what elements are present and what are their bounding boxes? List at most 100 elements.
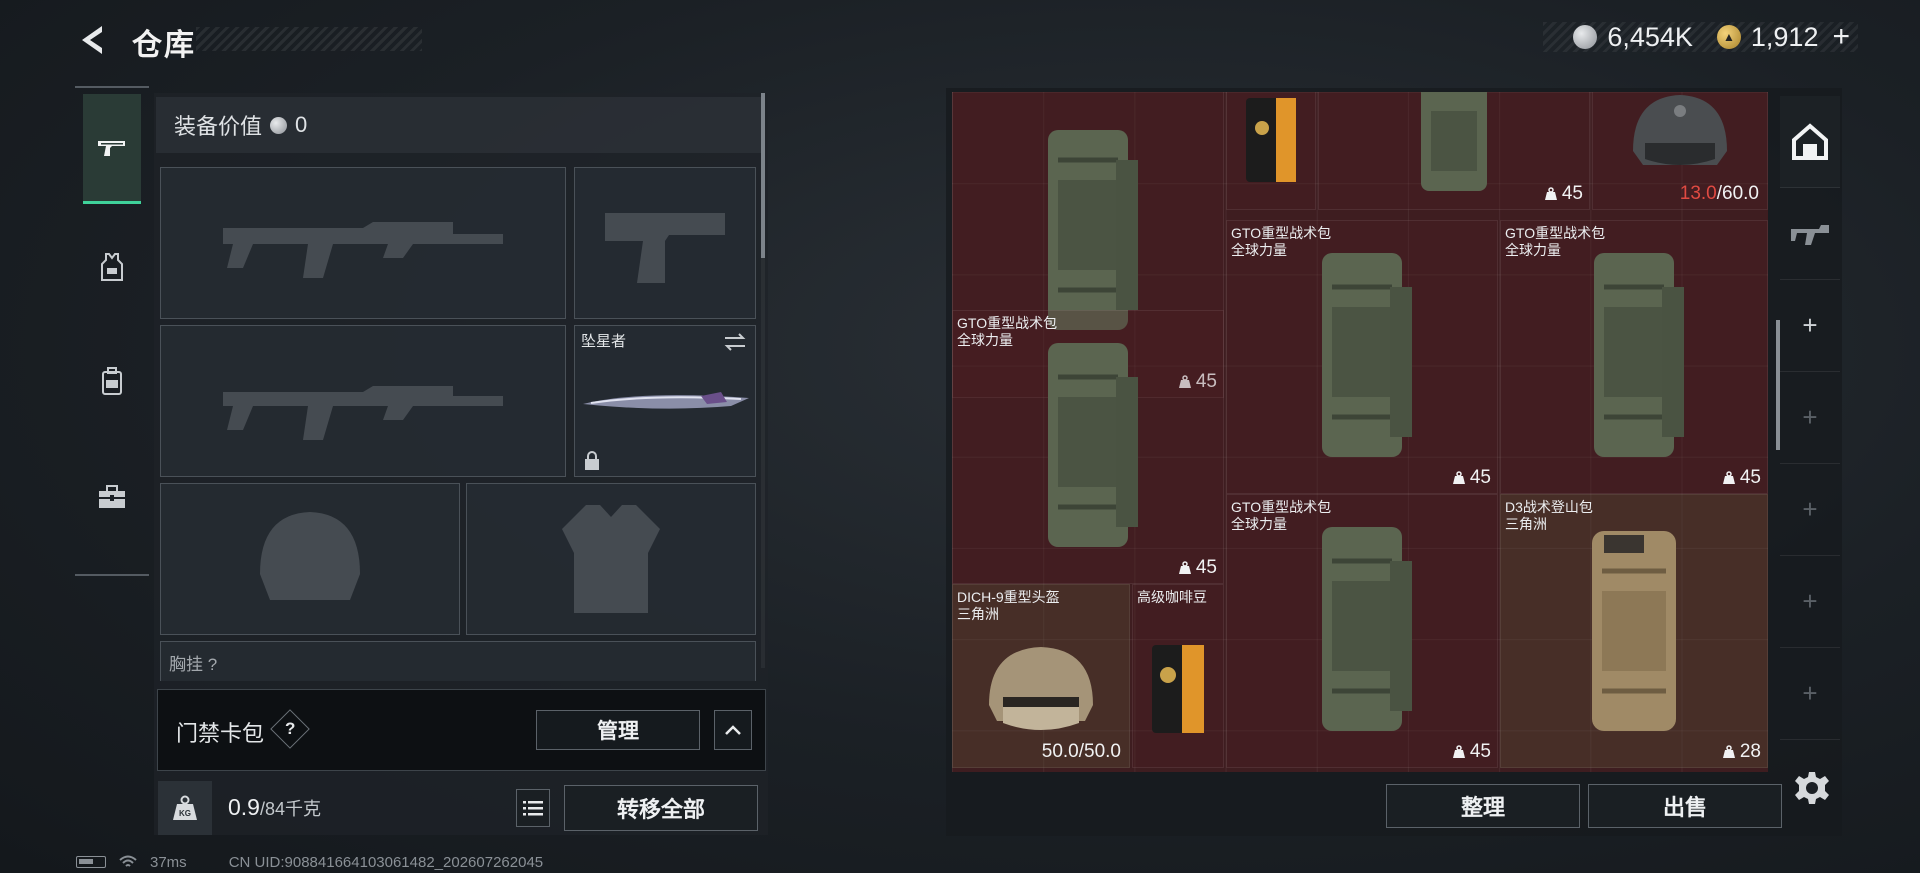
item-title: GTO重型战术包 bbox=[1231, 499, 1332, 515]
weight-icon bbox=[1178, 561, 1191, 574]
item-name: DICH-9重型头盔 三角洲 bbox=[957, 589, 1060, 623]
item-weight-value: 28 bbox=[1739, 741, 1761, 762]
backpack-icon bbox=[1322, 527, 1412, 731]
settings-gear-icon[interactable] bbox=[1794, 770, 1830, 806]
secondary-weapon-slot[interactable] bbox=[160, 325, 566, 477]
coffee-bag-icon bbox=[1152, 644, 1204, 733]
chest-rig-slot[interactable]: 胸挂 ? bbox=[160, 641, 756, 681]
silver-coin-icon bbox=[270, 116, 288, 134]
back-arrow-icon bbox=[82, 26, 102, 54]
toolbox-icon bbox=[99, 485, 125, 508]
plus-icon: + bbox=[1802, 494, 1818, 524]
stash-item-gto-pack[interactable]: GTO重型战术包 全球力量 45 bbox=[1226, 220, 1498, 494]
sort-button[interactable]: 整理 bbox=[1386, 784, 1580, 828]
add-tab-button[interactable]: + bbox=[1780, 280, 1840, 372]
pistol-slot[interactable] bbox=[574, 167, 756, 319]
item-weight-value: 45 bbox=[1739, 467, 1761, 488]
weight-icon bbox=[1452, 745, 1465, 758]
gold-coin-icon: ▲ bbox=[1716, 25, 1741, 49]
swap-icon[interactable] bbox=[723, 332, 747, 352]
tab-armor[interactable] bbox=[83, 212, 141, 322]
tab-weapons[interactable] bbox=[83, 94, 141, 204]
tab-main-stash[interactable] bbox=[1780, 96, 1840, 188]
access-card-label: 门禁卡包 bbox=[176, 721, 265, 746]
sell-button[interactable]: 出售 bbox=[1588, 784, 1782, 828]
tab-toolbox[interactable] bbox=[83, 442, 141, 552]
weight-icon bbox=[1544, 187, 1557, 200]
plus-icon: + bbox=[1802, 310, 1818, 340]
vest-icon bbox=[101, 253, 123, 281]
back-button[interactable] bbox=[76, 22, 112, 58]
weight-row: KG 0.9/84千克 转移全部 bbox=[154, 781, 768, 835]
weight-icon: KG bbox=[158, 781, 212, 835]
weight-icon bbox=[1722, 471, 1735, 484]
stash-item-coffee[interactable]: 高级咖啡豆 bbox=[1132, 584, 1224, 768]
stash-grid[interactable]: 45 45 13.0/60.0 GTO重型战术包 全球力量 45 GTO重型战术… bbox=[952, 92, 1768, 772]
status-bar: 37ms CN UID:9088416641030614​82_20260726… bbox=[76, 852, 543, 872]
stash-item-dich-helmet[interactable]: DICH-9重型头盔 三角洲 50.0/50.0 bbox=[952, 584, 1130, 768]
backpack-icon bbox=[1048, 343, 1138, 547]
plus-icon: + bbox=[1802, 678, 1818, 708]
stash-side-tabs: + + + + + bbox=[1780, 96, 1840, 796]
access-card-bar: 门禁卡包 ? 管理 bbox=[157, 689, 766, 771]
battery-icon bbox=[76, 856, 106, 868]
kg-label: KG bbox=[179, 809, 191, 818]
backpack-icon bbox=[1048, 130, 1138, 330]
durability-max: /60.0 bbox=[1716, 183, 1759, 204]
transfer-all-button[interactable]: 转移全部 bbox=[564, 785, 758, 831]
armor-slot[interactable] bbox=[466, 483, 756, 635]
item-weight: 45 bbox=[1178, 557, 1217, 579]
stash-item-gto-pack[interactable]: GTO重型战术包 全球力量 45 bbox=[1226, 494, 1498, 768]
stash-item-d3-pack[interactable]: D3战术登山包 三角洲 28 bbox=[1500, 494, 1768, 768]
ping-value: 37ms bbox=[150, 853, 187, 871]
chest-rig-label: 胸挂 ? bbox=[169, 655, 218, 674]
item-weight: 45 bbox=[1544, 183, 1583, 205]
equipment-value-bar: 装备价值 0 bbox=[156, 97, 762, 153]
chevron-up-icon bbox=[725, 725, 741, 735]
rifle-icon bbox=[1791, 224, 1829, 245]
locked-tab[interactable]: + bbox=[1780, 648, 1840, 740]
melee-slot[interactable]: 坠星者 bbox=[574, 325, 756, 477]
help-label: ? bbox=[284, 718, 296, 738]
user-uid: CN UID:9088416641030614​82_202607262045 bbox=[228, 853, 544, 871]
item-durability: 50.0/50.0 bbox=[1041, 741, 1121, 762]
stash-item-helmet[interactable]: 13.0/60.0 bbox=[1592, 92, 1768, 210]
item-title: D3战术登山包 bbox=[1505, 499, 1593, 515]
locked-tab[interactable]: + bbox=[1780, 372, 1840, 464]
tab-backpack[interactable] bbox=[83, 326, 141, 436]
loadout-scroll-thumb[interactable] bbox=[761, 93, 765, 258]
locked-tab[interactable]: + bbox=[1780, 556, 1840, 648]
helmet-slot[interactable] bbox=[160, 483, 460, 635]
backpack-icon bbox=[1421, 92, 1487, 191]
collapse-button[interactable] bbox=[714, 710, 752, 750]
weight-icon bbox=[1722, 745, 1735, 758]
rifle-silhouette-icon bbox=[161, 326, 565, 476]
tan-helmet-icon bbox=[989, 646, 1093, 730]
stash-item-gto-pack[interactable]: GTO重型战术包 全球力量 45 bbox=[952, 310, 1224, 584]
tan-backpack-icon bbox=[1592, 531, 1676, 731]
item-brand: 全球力量 bbox=[1231, 516, 1287, 532]
category-tabs bbox=[75, 86, 149, 576]
list-view-button[interactable] bbox=[516, 789, 550, 827]
primary-weapon-slot[interactable] bbox=[160, 167, 566, 319]
manage-button[interactable]: 管理 bbox=[536, 710, 700, 750]
locked-tab[interactable]: + bbox=[1780, 464, 1840, 556]
wifi-icon bbox=[119, 855, 137, 867]
stash-item-backpack[interactable]: 45 bbox=[1318, 92, 1590, 210]
stash-item-gto-pack[interactable]: GTO重型战术包 全球力量 45 bbox=[1500, 220, 1768, 494]
item-weight: 45 bbox=[1452, 741, 1491, 763]
stash-item-coffee[interactable] bbox=[1226, 92, 1316, 210]
item-weight-value: 45 bbox=[1195, 557, 1217, 578]
item-brand: 三角洲 bbox=[1505, 516, 1547, 532]
lock-icon bbox=[585, 451, 599, 470]
item-brand: 全球力量 bbox=[957, 332, 1013, 348]
equipment-value: 0 bbox=[295, 112, 308, 137]
melee-name: 坠星者 bbox=[581, 333, 627, 350]
add-currency-button[interactable]: + bbox=[1832, 20, 1850, 54]
tab-weapon-stash[interactable] bbox=[1780, 188, 1840, 280]
item-brand: 全球力量 bbox=[1231, 242, 1287, 258]
help-icon[interactable]: ? bbox=[270, 709, 310, 749]
item-weight-value: 45 bbox=[1469, 741, 1491, 762]
item-brand: 三角洲 bbox=[957, 606, 999, 622]
durability-current: 13.0 bbox=[1679, 183, 1717, 204]
